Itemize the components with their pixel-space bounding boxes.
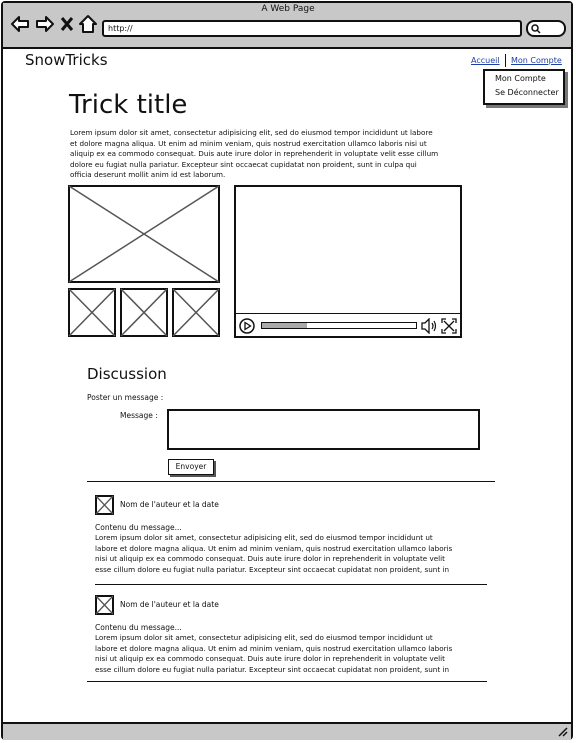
- main-image-placeholder-icon[interactable]: [68, 185, 220, 283]
- discussion-heading: Discussion: [87, 365, 167, 383]
- resize-grip-icon[interactable]: [557, 726, 568, 737]
- nav-divider: [505, 54, 506, 67]
- video-player[interactable]: [234, 185, 462, 338]
- dropdown-item-logout[interactable]: Se Déconnecter: [495, 88, 559, 97]
- post-message-label: Poster un message :: [87, 393, 164, 402]
- nav-link-account[interactable]: Mon Compte: [511, 56, 562, 65]
- home-icon[interactable]: [78, 14, 98, 34]
- divider: [87, 681, 487, 682]
- comment-body: Lorem ipsum dolor sit amet, consectetur …: [95, 633, 453, 674]
- comment-content-label: Contenu du message...: [95, 523, 182, 532]
- search-icon: [531, 24, 541, 34]
- nav-link-home[interactable]: Accueil: [471, 56, 500, 65]
- divider: [95, 584, 487, 585]
- avatar-placeholder-icon: [95, 495, 114, 515]
- comment-content-label: Contenu du message...: [95, 623, 182, 632]
- video-progress-fill: [262, 323, 307, 328]
- thumbnail-image-placeholder-icon[interactable]: [68, 288, 116, 337]
- forward-arrow-icon[interactable]: [35, 14, 55, 34]
- send-button[interactable]: Envoyer: [168, 459, 214, 475]
- video-controls-divider: [236, 313, 460, 314]
- comment-author: Nom de l'auteur et la date: [120, 500, 219, 509]
- trick-description: Lorem ipsum dolor sit amet, consectetur …: [70, 128, 439, 179]
- window-title: A Web Page: [261, 4, 315, 14]
- divider: [87, 481, 495, 482]
- video-progress-bar[interactable]: [261, 322, 417, 329]
- account-dropdown-menu: Mon Compte Se Déconnecter: [483, 69, 565, 105]
- thumbnail-image-placeholder-icon[interactable]: [172, 288, 220, 337]
- browser-status-bar: [3, 722, 571, 740]
- trick-title: Trick title: [69, 90, 188, 120]
- message-textarea[interactable]: [167, 409, 480, 450]
- site-logo[interactable]: SnowTricks: [25, 51, 108, 69]
- address-bar[interactable]: http://: [102, 20, 522, 37]
- browser-search-field[interactable]: [526, 20, 566, 37]
- play-icon[interactable]: [239, 318, 255, 334]
- message-label: Message :: [120, 411, 158, 420]
- dropdown-item-account[interactable]: Mon Compte: [495, 74, 546, 83]
- fullscreen-icon[interactable]: [441, 318, 457, 334]
- comment-author: Nom de l'auteur et la date: [120, 600, 219, 609]
- back-arrow-icon[interactable]: [10, 14, 30, 34]
- thumbnail-image-placeholder-icon[interactable]: [120, 288, 168, 337]
- avatar-placeholder-icon: [95, 595, 114, 615]
- volume-icon[interactable]: [421, 318, 438, 334]
- close-icon[interactable]: [60, 14, 74, 34]
- comment-body: Lorem ipsum dolor sit amet, consectetur …: [95, 533, 453, 574]
